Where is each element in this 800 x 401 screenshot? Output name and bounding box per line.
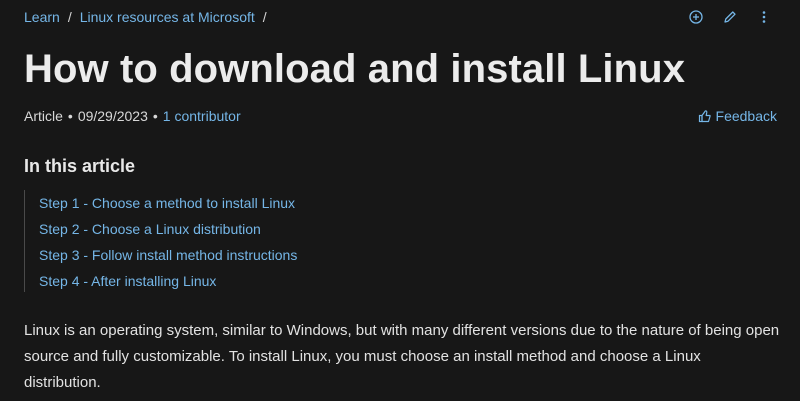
feedback-label: Feedback — [715, 108, 777, 124]
article-meta: Article • 09/29/2023 • 1 contributor — [24, 107, 241, 125]
edit-icon — [724, 11, 736, 23]
article-type: Article — [24, 108, 63, 124]
toc-item-step-1[interactable]: Step 1 - Choose a method to install Linu… — [39, 190, 297, 216]
contributors-link[interactable]: 1 contributor — [163, 108, 241, 124]
more-vertical-icon — [762, 11, 766, 23]
intro-paragraph: Linux is an operating system, similar to… — [24, 322, 780, 391]
more-options-button[interactable] — [752, 7, 776, 27]
page-title: How to download and install Linux — [24, 47, 686, 91]
top-bar: Learn / Linux resources at Microsoft / — [24, 7, 776, 27]
breadcrumb-learn-link[interactable]: Learn — [24, 7, 60, 27]
edit-button[interactable] — [718, 7, 742, 27]
article-date: 09/29/2023 — [77, 108, 148, 124]
thumbs-up-icon — [698, 110, 711, 123]
breadcrumb: Learn / Linux resources at Microsoft / — [24, 7, 275, 27]
feedback-button[interactable]: Feedback — [698, 107, 777, 125]
page-actions — [674, 7, 776, 27]
breadcrumb-linux-resources-link[interactable]: Linux resources at Microsoft — [80, 7, 255, 27]
add-to-collection-button[interactable] — [684, 7, 708, 27]
meta-separator: • — [67, 108, 73, 124]
meta-separator: • — [152, 108, 158, 124]
table-of-contents: Step 1 - Choose a method to install Linu… — [24, 190, 297, 292]
toc-item-step-4[interactable]: Step 4 - After installing Linux — [39, 268, 297, 294]
toc-heading: In this article — [24, 156, 136, 176]
add-circle-icon — [689, 10, 703, 24]
toc-item-step-2[interactable]: Step 2 - Choose a Linux distribution — [39, 216, 297, 242]
breadcrumb-separator: / — [67, 9, 72, 25]
toc-item-step-3[interactable]: Step 3 - Follow install method instructi… — [39, 242, 297, 268]
breadcrumb-separator: / — [262, 9, 267, 25]
